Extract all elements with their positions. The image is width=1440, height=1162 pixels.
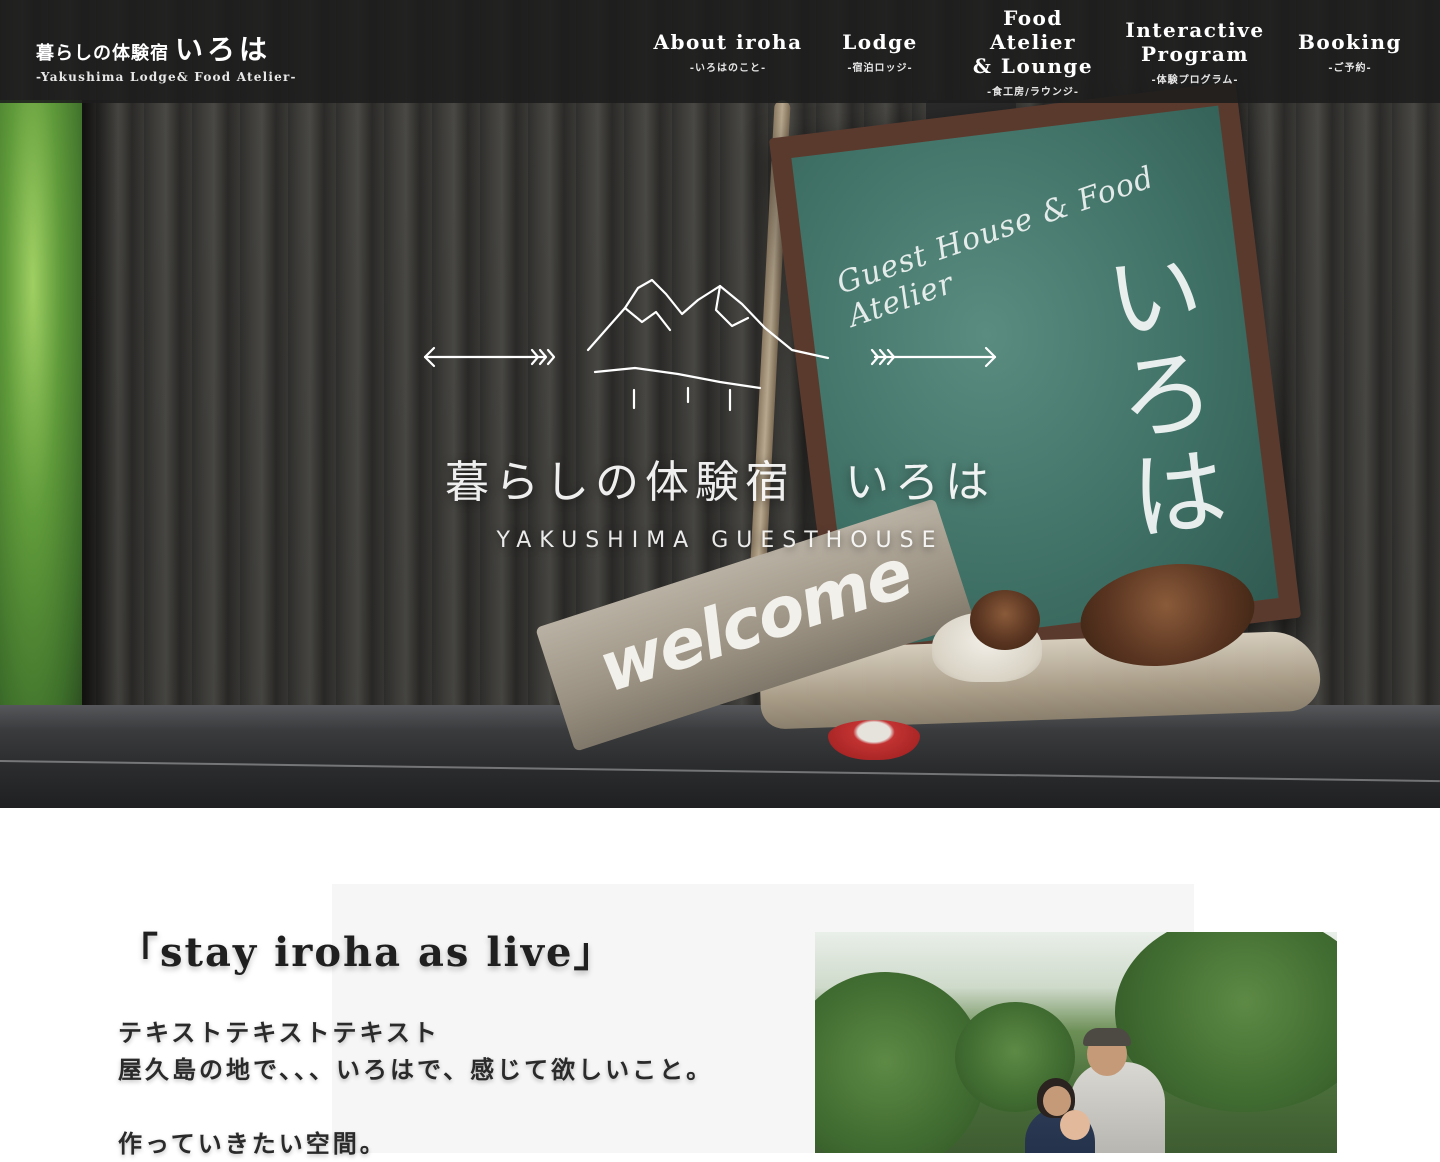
nav-sublabel: -宿泊ロッジ-	[847, 62, 913, 74]
nav-sublabel: -いろはのこと-	[689, 62, 767, 74]
brand-subtitle: -Yakushima Lodge& Food Atelier-	[36, 70, 297, 84]
nav-label: About iroha	[653, 29, 803, 54]
mountain-arrows-logo-icon	[423, 278, 997, 412]
concept-text: テキストテキストテキスト 屋久島の地で、、、いろはで、感じて欲しいこと。 作って…	[118, 1014, 798, 1162]
brand-name: 暮らしの体験宿 いろは	[36, 28, 297, 68]
brand-name-main: 暮らしの体験宿	[36, 43, 169, 64]
nav-item-food-atelier[interactable]: Food Atelier & Lounge -食工房/ラウンジ-	[956, 0, 1110, 103]
nav-sublabel: -食工房/ラウンジ-	[987, 86, 1079, 98]
nav-sublabel: -ご予約-	[1328, 62, 1372, 74]
nav-label: Lodge	[842, 29, 918, 54]
hero-subtitle: YAKUSHIMA GUESTHOUSE	[496, 528, 944, 553]
concept-line-gap	[118, 1088, 798, 1125]
wall-shadow	[82, 100, 122, 710]
concept-heading: 「stay iroha as live」	[118, 929, 616, 976]
concept-line: 屋久島の地で、、、いろはで、感じて欲しいこと。	[118, 1055, 714, 1084]
site-header: 暮らしの体験宿 いろは -Yakushima Lodge& Food Atelie…	[0, 0, 1440, 103]
nav-label: Booking	[1297, 29, 1403, 54]
foliage	[0, 100, 82, 710]
hero-image: Guest House & Food Atelier いろは welcome 暮…	[0, 0, 1440, 808]
hero-logo: 暮らしの体験宿 いろは YAKUSHIMA GUESTHOUSE	[420, 270, 1020, 570]
family-photo	[815, 932, 1337, 1153]
nav-item-program[interactable]: Interactive Program -体験プログラム-	[1110, 0, 1280, 103]
nav-sublabel: -体験プログラム-	[1151, 74, 1239, 86]
brand-logo[interactable]: 暮らしの体験宿 いろは -Yakushima Lodge& Food Atelie…	[36, 28, 297, 84]
concept-line: テキストテキストテキスト	[118, 1018, 440, 1047]
concept-line: 作っていきたい空間。	[118, 1129, 387, 1158]
hero-title: 暮らしの体験宿 いろは	[445, 457, 995, 508]
nav-item-booking[interactable]: Booking -ご予約-	[1280, 0, 1420, 103]
brand-name-accent: いろは	[175, 33, 272, 66]
nav-label: Food Atelier & Lounge	[972, 5, 1094, 78]
pinecone-small	[970, 590, 1040, 650]
nav-label: Interactive Program	[1125, 17, 1265, 66]
nav-item-about[interactable]: About iroha -いろはのこと-	[652, 0, 804, 103]
main-nav: About iroha -いろはのこと- Lodge -宿泊ロッジ- Food …	[652, 0, 1440, 103]
nav-item-lodge[interactable]: Lodge -宿泊ロッジ-	[804, 0, 956, 103]
chalkboard-text-jp: いろは	[1084, 239, 1232, 551]
person-man-cap	[1083, 1028, 1131, 1046]
child-head	[1060, 1110, 1090, 1140]
floor	[0, 705, 1440, 808]
